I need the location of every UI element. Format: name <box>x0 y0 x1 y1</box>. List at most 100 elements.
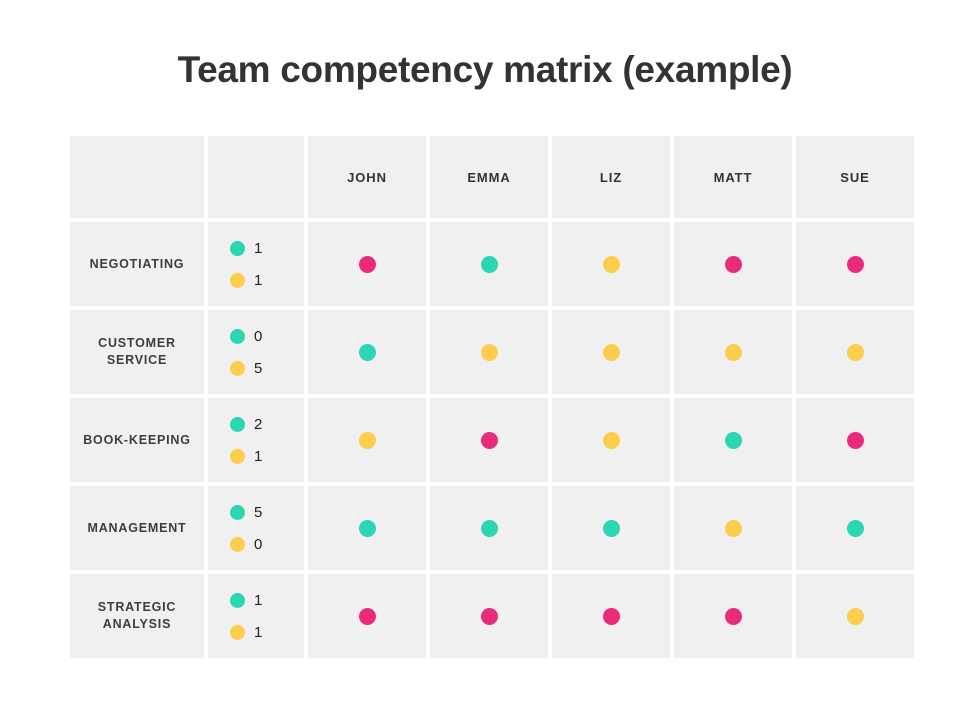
rating-cell[interactable] <box>796 574 914 658</box>
rating-cell[interactable] <box>674 486 792 570</box>
rating-cell[interactable] <box>796 398 914 482</box>
count-item: 5 <box>230 503 263 521</box>
green-rating-dot-icon <box>846 519 864 537</box>
rating-cell[interactable] <box>552 398 670 482</box>
green-dot-icon <box>230 240 245 256</box>
column-header-label: JOHN <box>347 169 387 185</box>
count-value: 1 <box>254 591 263 609</box>
rating-cell[interactable] <box>674 398 792 482</box>
pink-rating-dot-icon <box>846 255 864 273</box>
row-counts-list: 05 <box>230 327 263 376</box>
row-counts-cell: 11 <box>208 222 304 306</box>
count-value: 0 <box>254 327 263 345</box>
row-counts-cell: 11 <box>208 574 304 658</box>
yellow-dot-icon <box>230 536 245 552</box>
counts-header-cell <box>208 136 304 218</box>
column-header-john: JOHN <box>308 136 426 218</box>
green-rating-dot-icon <box>358 519 376 537</box>
rating-cell[interactable] <box>552 486 670 570</box>
slide-canvas: Team competency matrix (example) JOHN EMM… <box>0 0 970 704</box>
pink-rating-dot-icon <box>602 607 620 625</box>
column-header-matt: MATT <box>674 136 792 218</box>
row-header-cell: CUSTOMER SERVICE <box>70 310 204 394</box>
yellow-dot-icon <box>230 360 245 376</box>
count-item: 0 <box>230 535 263 553</box>
count-value: 5 <box>254 503 263 521</box>
row-header-cell: BOOK-KEEPING <box>70 398 204 482</box>
pink-rating-dot-icon <box>846 431 864 449</box>
rating-cell[interactable] <box>430 310 548 394</box>
pink-rating-dot-icon <box>358 607 376 625</box>
rating-cell[interactable] <box>796 486 914 570</box>
rating-cell[interactable] <box>308 398 426 482</box>
count-value: 1 <box>254 447 263 465</box>
rating-cell[interactable] <box>552 574 670 658</box>
count-value: 1 <box>254 623 263 641</box>
green-rating-dot-icon <box>602 519 620 537</box>
row-header-label: CUSTOMER SERVICE <box>98 336 176 367</box>
column-header-sue: SUE <box>796 136 914 218</box>
pink-rating-dot-icon <box>358 255 376 273</box>
row-counts-list: 21 <box>230 415 263 465</box>
count-item: 0 <box>230 327 263 345</box>
rating-cell[interactable] <box>796 310 914 394</box>
table-corner-cell <box>70 136 204 218</box>
row-header-label: STRATEGIC ANALYSIS <box>97 600 177 631</box>
rating-cell[interactable] <box>552 310 670 394</box>
yellow-rating-dot-icon <box>724 519 742 537</box>
row-counts-list: 11 <box>230 591 263 641</box>
green-rating-dot-icon <box>724 431 742 449</box>
count-value: 1 <box>254 239 263 257</box>
green-rating-dot-icon <box>480 255 498 273</box>
count-value: 1 <box>254 271 263 289</box>
rating-cell[interactable] <box>430 398 548 482</box>
yellow-rating-dot-icon <box>846 607 864 625</box>
row-header-label: BOOK-KEEPING <box>83 432 191 447</box>
yellow-rating-dot-icon <box>480 343 498 361</box>
column-header-label: MATT <box>713 169 753 185</box>
competency-matrix-table: JOHN EMMA LIZ MATT SUE NEGOTIATING 1 1 CUSTOMER … <box>70 136 914 658</box>
rating-cell[interactable] <box>308 486 426 570</box>
count-item: 2 <box>230 415 263 433</box>
green-dot-icon <box>230 504 245 520</box>
yellow-dot-icon <box>230 624 245 640</box>
green-rating-dot-icon <box>358 343 376 361</box>
count-item: 5 <box>230 360 262 376</box>
rating-cell[interactable] <box>430 486 548 570</box>
row-counts-list: 11 <box>230 239 263 289</box>
row-header-cell: NEGOTIATING <box>70 222 204 306</box>
yellow-dot-icon <box>230 448 245 464</box>
green-dot-icon <box>230 416 245 432</box>
rating-cell[interactable] <box>308 222 426 306</box>
row-header-label: MANAGEMENT <box>87 520 187 535</box>
page-title: Team competency matrix (example) <box>177 49 793 90</box>
count-item: 1 <box>230 271 263 289</box>
column-header-label: LIZ <box>599 169 623 185</box>
yellow-rating-dot-icon <box>602 343 620 361</box>
rating-cell[interactable] <box>552 222 670 306</box>
rating-cell[interactable] <box>308 310 426 394</box>
yellow-dot-icon <box>230 272 245 288</box>
yellow-rating-dot-icon <box>724 343 742 361</box>
row-counts-cell: 21 <box>208 398 304 482</box>
rating-cell[interactable] <box>674 310 792 394</box>
green-dot-icon <box>230 328 245 344</box>
count-value: 2 <box>254 415 263 433</box>
rating-cell[interactable] <box>674 222 792 306</box>
pink-rating-dot-icon <box>724 607 742 625</box>
column-header-liz: LIZ <box>552 136 670 218</box>
green-rating-dot-icon <box>480 519 498 537</box>
rating-cell[interactable] <box>674 574 792 658</box>
row-counts-cell: 50 <box>208 486 304 570</box>
rating-cell[interactable] <box>430 222 548 306</box>
rating-cell[interactable] <box>430 574 548 658</box>
rating-cell[interactable] <box>796 222 914 306</box>
rating-cell[interactable] <box>308 574 426 658</box>
pink-rating-dot-icon <box>724 255 742 273</box>
column-header-label: SUE <box>840 169 870 185</box>
count-value: 0 <box>254 535 263 553</box>
yellow-rating-dot-icon <box>602 431 620 449</box>
pink-rating-dot-icon <box>480 431 498 449</box>
row-header-cell: MANAGEMENT <box>70 486 204 570</box>
yellow-rating-dot-icon <box>358 431 376 449</box>
